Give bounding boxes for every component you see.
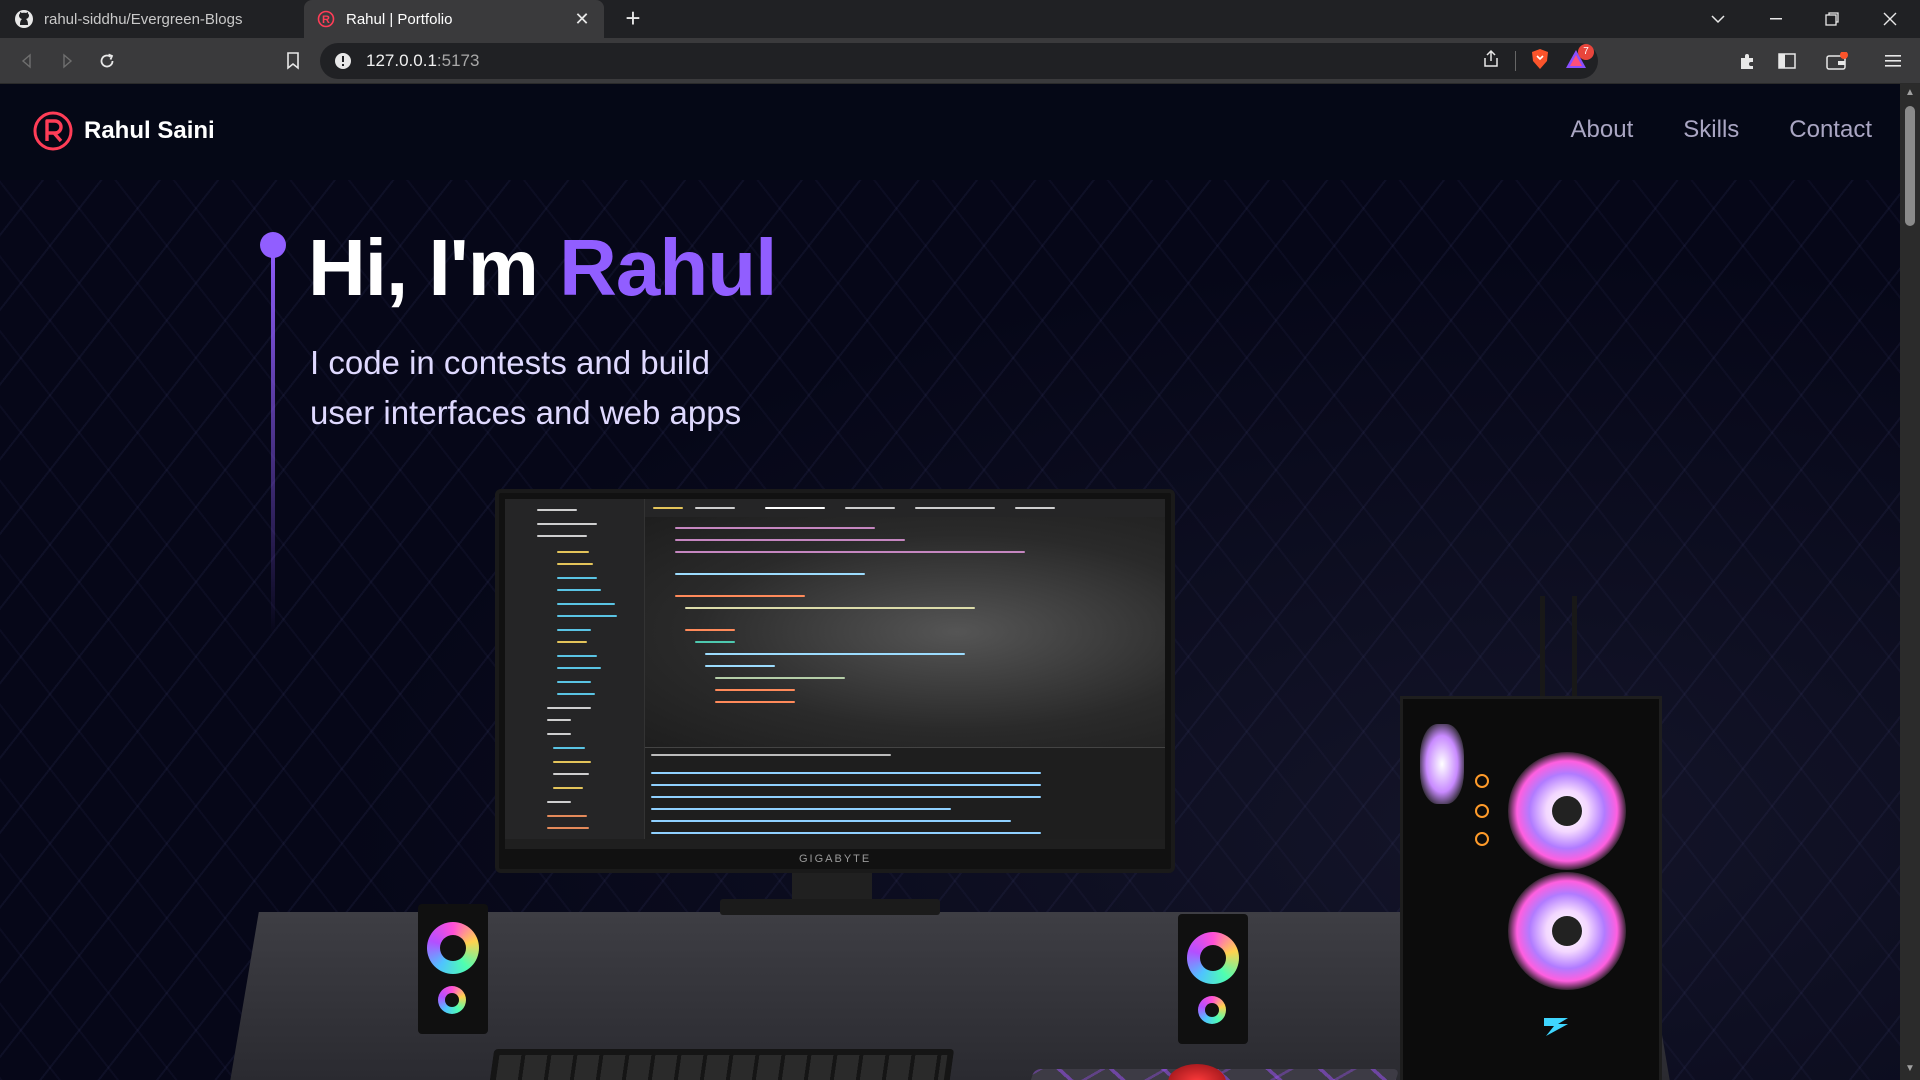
editor-activity-bar — [505, 499, 527, 849]
address-bar[interactable]: 127.0.0.1:5173 7 — [320, 43, 1598, 79]
tab-evergreen-blogs[interactable]: rahul-siddhu/Evergreen-Blogs — [0, 0, 302, 38]
github-icon — [14, 9, 34, 29]
editor-status-bar — [505, 839, 1165, 849]
rewards-count-badge: 7 — [1578, 43, 1594, 60]
nav-link-contact[interactable]: Contact — [1789, 116, 1872, 144]
editor-tabs — [645, 499, 1165, 517]
site-logo[interactable]: Rahul Saini — [32, 110, 215, 152]
portfolio-favicon: R — [316, 9, 336, 29]
pc-side-fan — [1420, 724, 1464, 804]
svg-text:R: R — [322, 14, 330, 26]
reload-button[interactable] — [92, 46, 122, 76]
forward-button[interactable] — [52, 46, 82, 76]
monitor: GIGABYTE — [495, 489, 1175, 873]
editor-code-area — [645, 517, 1165, 747]
back-button[interactable] — [12, 46, 42, 76]
browser-toolbar: 127.0.0.1:5173 7 — [0, 38, 1920, 84]
left-speaker — [418, 904, 488, 1034]
tab-title: rahul-siddhu/Evergreen-Blogs — [44, 10, 243, 28]
url-text: 127.0.0.1:5173 — [366, 51, 479, 71]
right-speaker — [1178, 914, 1248, 1044]
hero-heading: Hi, I'm Rahul — [308, 222, 777, 314]
nav-links: About Skills Contact — [1571, 116, 1872, 144]
menu-icon[interactable] — [1878, 46, 1908, 76]
browser-tab-strip: rahul-siddhu/Evergreen-Blogs R Rahul | P… — [0, 0, 1920, 38]
editor-terminal — [645, 747, 1165, 849]
brave-rewards-icon[interactable]: 7 — [1564, 43, 1594, 75]
hero-subtitle-line2: user interfaces and web apps — [310, 394, 742, 431]
rgb-keyboard — [485, 1049, 955, 1080]
hero-subtitle: I code in contests and build user interf… — [310, 338, 850, 438]
brave-shields-icon[interactable] — [1530, 48, 1550, 75]
site-info-icon[interactable] — [332, 50, 354, 72]
hero-accent-line — [271, 244, 275, 634]
url-port: :5173 — [436, 51, 480, 70]
nav-link-skills[interactable]: Skills — [1683, 116, 1739, 144]
monitor-screen — [505, 499, 1165, 849]
page-scrollbar[interactable]: ▲ ▼ — [1900, 84, 1920, 1080]
tab-title: Rahul | Portfolio — [346, 10, 453, 28]
scroll-thumb[interactable] — [1905, 106, 1915, 226]
share-icon[interactable] — [1481, 49, 1501, 74]
minimize-button[interactable] — [1748, 0, 1804, 38]
wallet-icon[interactable] — [1822, 46, 1852, 76]
aorus-logo-icon — [1540, 1012, 1572, 1040]
brand-name: Rahul Saini — [84, 117, 215, 144]
hero-name: Rahul — [559, 223, 777, 312]
new-tab-button[interactable]: + — [620, 5, 646, 32]
monitor-brand: GIGABYTE — [799, 853, 872, 865]
url-host: 127.0.0.1 — [366, 51, 437, 70]
tower-button — [1475, 804, 1489, 818]
antenna — [1540, 596, 1545, 706]
scroll-up-arrow[interactable]: ▲ — [1905, 88, 1915, 98]
scroll-down-arrow[interactable]: ▼ — [1905, 1064, 1915, 1074]
page-viewport: Rahul Saini About Skills Contact Hi, I'm… — [0, 84, 1900, 1080]
extensions-icon[interactable] — [1732, 46, 1762, 76]
editor-explorer — [527, 499, 645, 849]
logo-icon — [33, 111, 73, 151]
restore-button[interactable] — [1804, 0, 1860, 38]
hero-greeting: Hi, I'm — [308, 223, 560, 312]
tab-portfolio[interactable]: R Rahul | Portfolio ✕ — [304, 0, 604, 38]
pc-front-fan — [1508, 872, 1626, 990]
hero-subtitle-line1: I code in contests and build — [310, 344, 710, 381]
antenna — [1572, 596, 1577, 706]
monitor-stand-base — [720, 899, 940, 915]
close-tab-icon[interactable]: ✕ — [570, 7, 594, 31]
close-window-button[interactable] — [1862, 0, 1918, 38]
tower-button — [1475, 774, 1489, 788]
nav-link-about[interactable]: About — [1571, 116, 1634, 144]
tab-search-icon[interactable] — [1690, 0, 1746, 38]
site-navbar: Rahul Saini About Skills Contact — [0, 84, 1900, 180]
tower-button — [1475, 832, 1489, 846]
bookmark-icon[interactable] — [278, 46, 308, 76]
pc-front-fan — [1508, 752, 1626, 870]
sidebar-icon[interactable] — [1772, 46, 1802, 76]
divider — [1515, 51, 1516, 71]
